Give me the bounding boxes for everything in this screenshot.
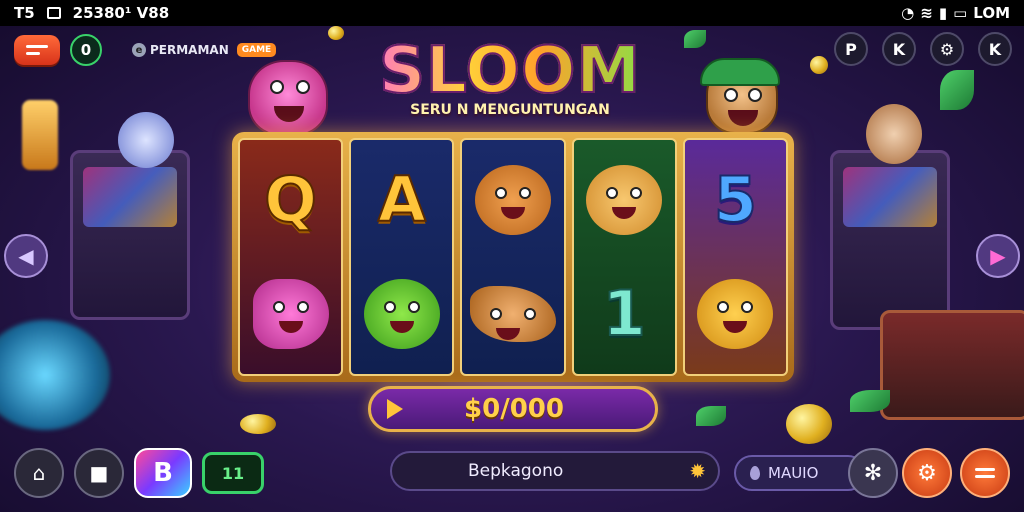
home-button[interactable]: ⌂ [14, 448, 64, 498]
chevron-right-icon[interactable]: ▶ [976, 234, 1020, 278]
reel-board: QA 15 [232, 132, 794, 382]
reel-column: Q [238, 138, 344, 376]
gear-icon[interactable]: ⚙ [930, 32, 964, 66]
background-coin [810, 56, 828, 74]
spark-icon: ✻ [863, 460, 883, 486]
battery-icon: ▭ [953, 4, 968, 22]
sack-icon [470, 286, 556, 342]
spark-button[interactable]: ✻ [848, 448, 898, 498]
background-arcade-machine-left [70, 150, 190, 320]
bottom-left-controls: ⌂ ■ B 11 [14, 448, 264, 498]
name-field[interactable]: Bepkagono ✹ [390, 451, 720, 491]
options-button[interactable] [960, 448, 1010, 498]
status-center-text: 25380¹ V88 [72, 4, 170, 22]
background-spotlight [0, 320, 110, 430]
balance-value: MAUIO [768, 464, 819, 482]
player-chip: GAME [236, 43, 277, 57]
green-critter-icon [363, 279, 440, 349]
close-icon[interactable]: K [978, 32, 1012, 66]
menu-button[interactable] [14, 35, 60, 65]
background-leaf [684, 30, 706, 48]
symbol-glyph: Q [263, 163, 318, 236]
name-field-value: Bepkagono [468, 461, 564, 481]
player-avatar-icon: e [132, 43, 146, 57]
counter-badge[interactable]: 0 [70, 34, 102, 66]
green-critter-symbol [355, 260, 448, 368]
pause-icon[interactable]: P [834, 32, 868, 66]
player-name: PERMAMAN [150, 43, 229, 57]
chevron-left-icon[interactable]: ◀ [4, 234, 48, 278]
bag-button[interactable]: ■ [74, 448, 124, 498]
background-table-right [880, 310, 1024, 420]
background-arcade-machine-right [830, 150, 950, 330]
share-icon[interactable]: K [882, 32, 916, 66]
top-left-controls: 0 e PERMAMAN GAME [14, 34, 277, 66]
sack-symbol [466, 260, 559, 368]
background-coin [240, 414, 276, 434]
fox-symbol [578, 146, 671, 254]
background-coin [786, 404, 832, 444]
bag-icon: ■ [89, 461, 109, 485]
cat-icon [697, 279, 774, 349]
background-coin [328, 26, 344, 40]
home-icon: ⌂ [32, 461, 46, 485]
hamburger-icon [975, 464, 995, 482]
signal-icon: ▮ [938, 4, 948, 22]
symbol-glyph: 1 [602, 277, 647, 350]
wifi-icon: ≋ [920, 4, 933, 22]
pink-monkey-mascot [248, 60, 328, 136]
reel-column: 5 [682, 138, 789, 376]
background-leaf [696, 406, 726, 426]
background-lamp-left [22, 100, 58, 170]
balance-pill[interactable]: MAUIO [734, 455, 866, 491]
letter-symbol: A [355, 146, 448, 254]
background-mascot-right [866, 104, 922, 164]
reels: QA 15 [238, 138, 789, 376]
fox-icon [586, 165, 663, 235]
status-bar: T5 25380¹ V88 ◔ ≋ ▮ ▭ LOM [0, 0, 1024, 26]
screen-icon [46, 7, 61, 19]
reel-column: A [349, 138, 455, 376]
background-leaf [940, 70, 974, 110]
bonus-button[interactable]: B [134, 448, 192, 498]
pink-fish-icon [252, 279, 329, 349]
letter-symbol: Q [244, 146, 337, 254]
gear-icon: ⚙ [917, 460, 937, 486]
status-left-text: T5 [14, 4, 35, 22]
mascot-hat [700, 58, 780, 86]
play-icon [387, 399, 403, 419]
spin-button[interactable]: $0/000 [368, 386, 658, 432]
cat-symbol [689, 260, 782, 368]
background-leaf [850, 390, 890, 412]
pink-fish-symbol [244, 260, 337, 368]
player-tag[interactable]: e PERMAMAN GAME [132, 43, 277, 57]
drop-icon [750, 466, 760, 480]
game-logo: SLOOM SERU N MENGUNTUNGAN [360, 35, 660, 118]
top-right-controls: P K ⚙ K [834, 32, 1012, 66]
letter-symbol: 1 [578, 260, 671, 368]
bear-icon [475, 165, 551, 235]
background-mascot-left [118, 112, 174, 168]
logo-title: SLOOM [360, 35, 660, 107]
letter-symbol: 5 [689, 146, 782, 254]
bet-amount: $0/000 [464, 394, 564, 424]
reel-column: 1 [571, 138, 677, 376]
symbol-glyph: A [377, 163, 427, 236]
level-badge[interactable]: 11 [202, 452, 264, 494]
reel-column [460, 138, 566, 376]
alarm-icon: ◔ [901, 4, 915, 22]
bear-symbol [466, 146, 559, 254]
settings-button[interactable]: ⚙ [902, 448, 952, 498]
status-right-text: LOM [973, 4, 1010, 22]
hamburger-icon [26, 45, 48, 48]
symbol-glyph: 5 [713, 163, 758, 236]
gear-icon[interactable]: ✹ [689, 459, 706, 483]
